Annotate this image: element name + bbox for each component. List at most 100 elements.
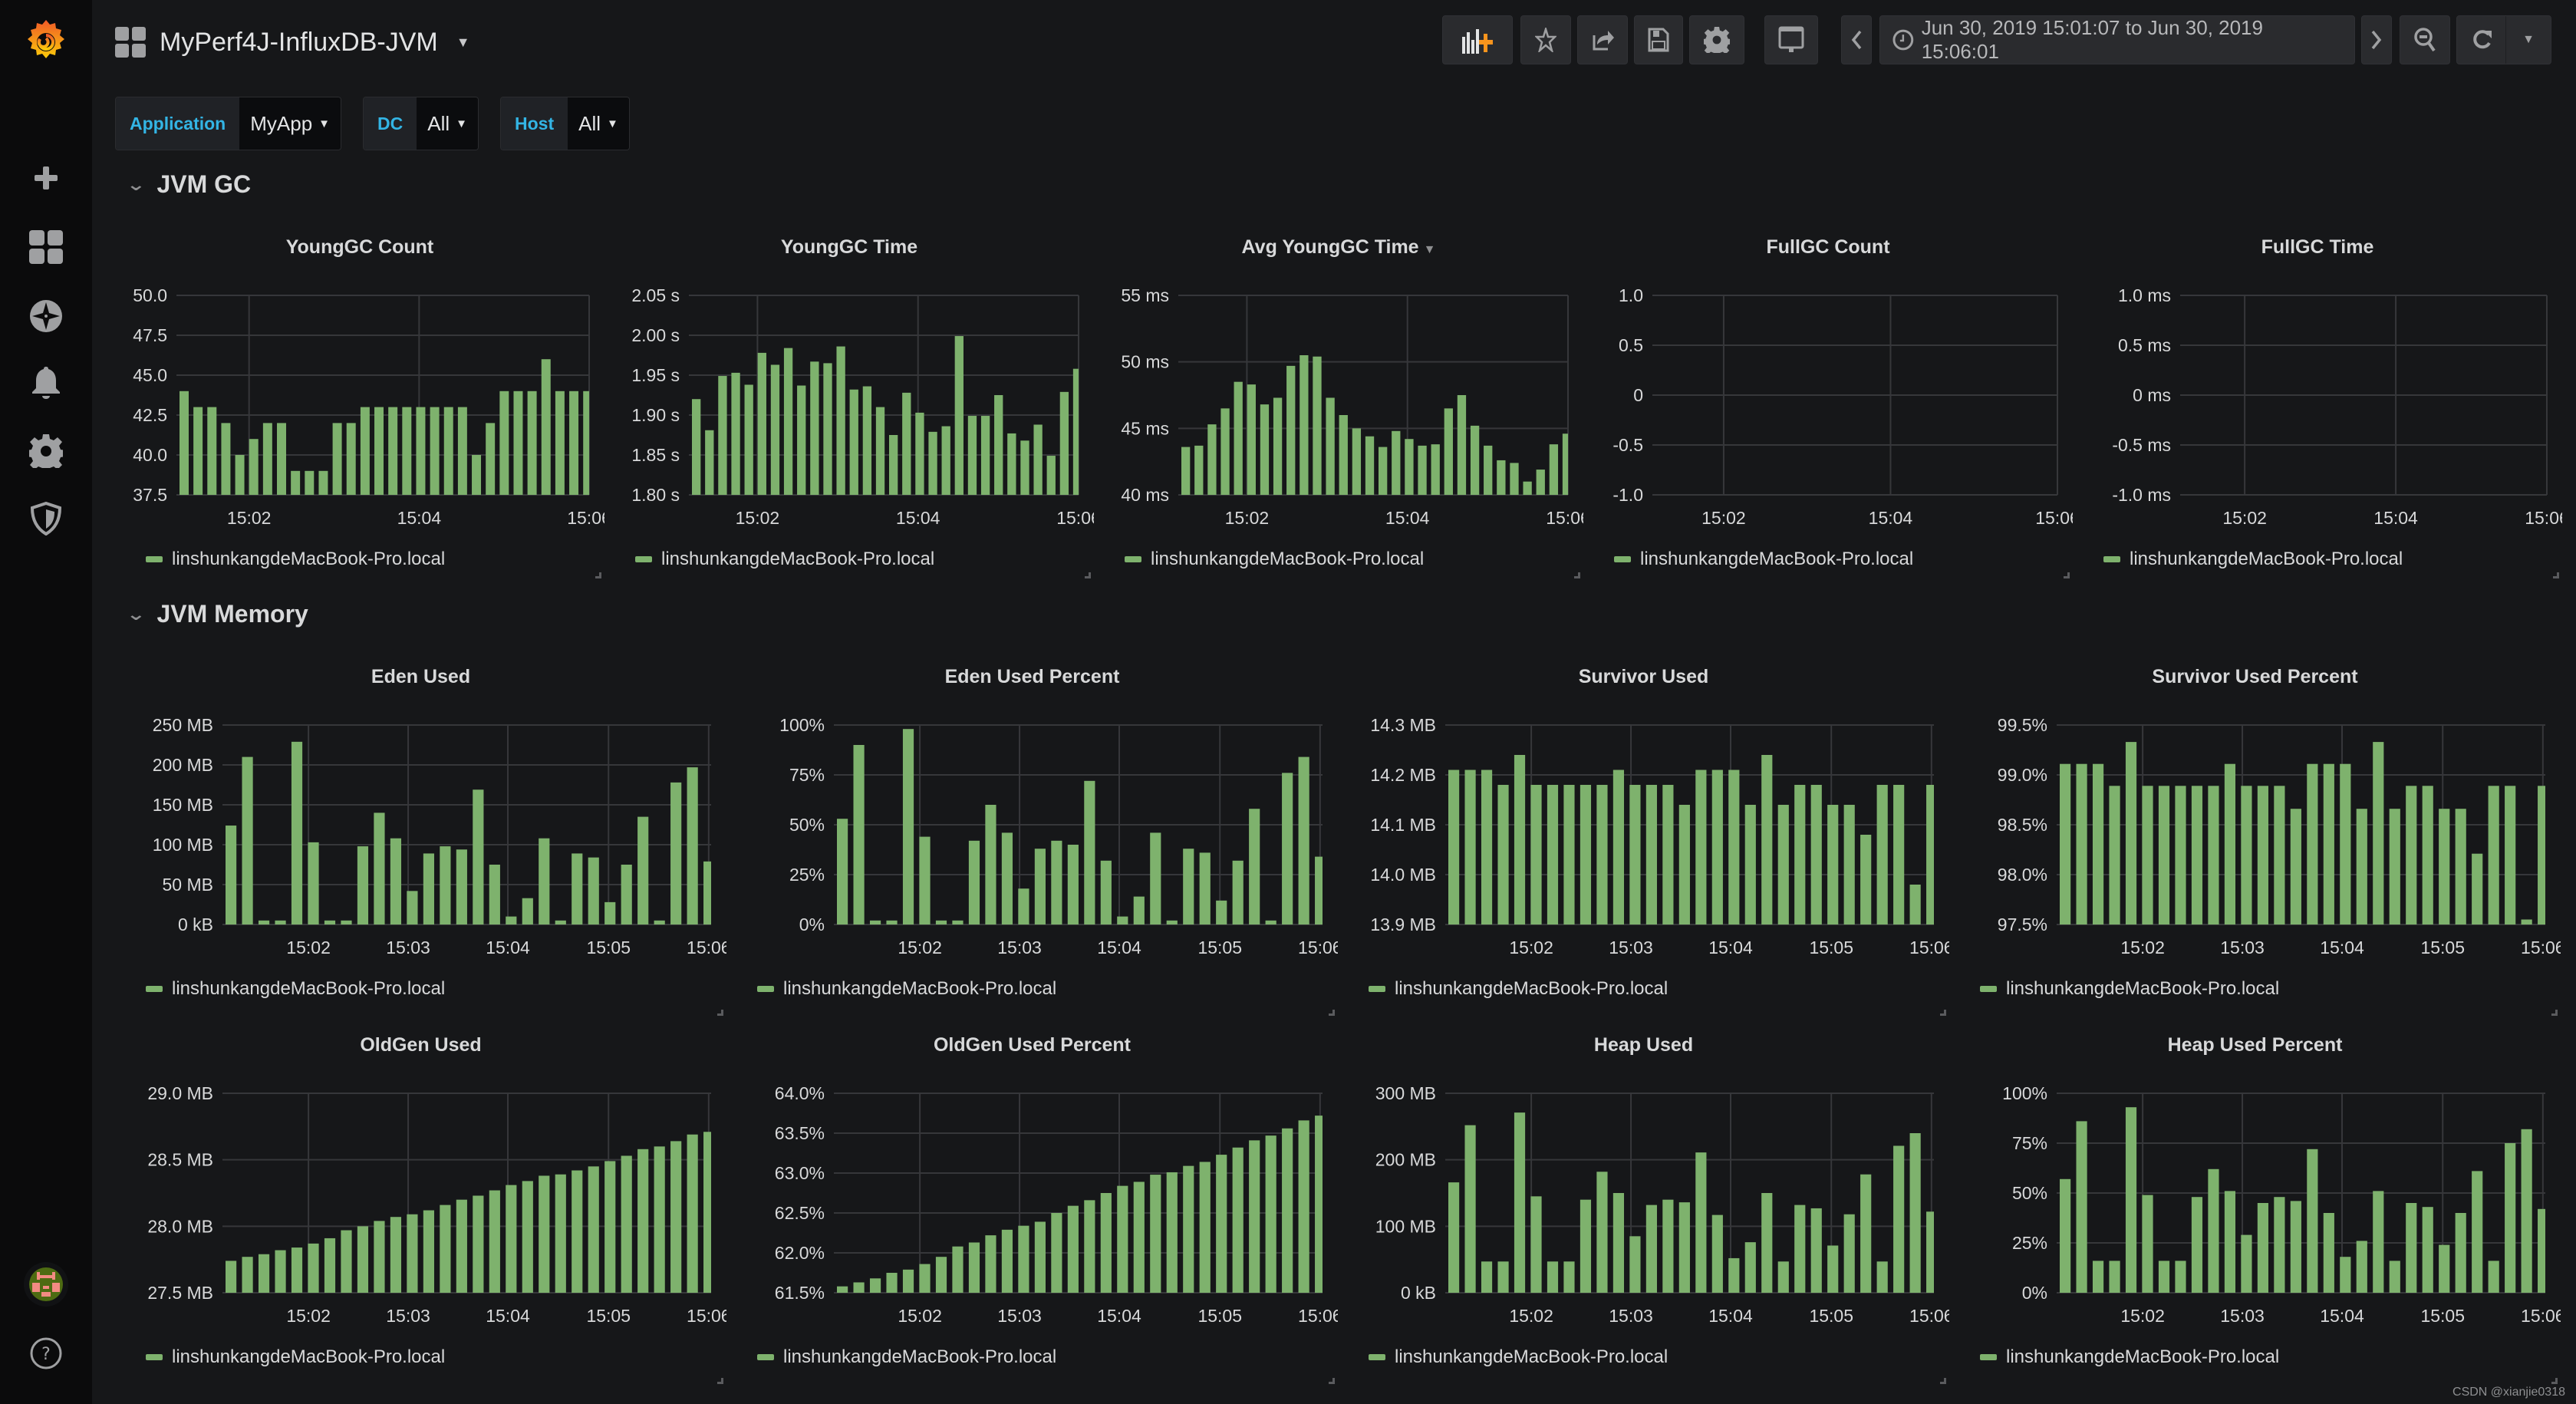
- bar[interactable]: [1339, 415, 1348, 495]
- bar[interactable]: [1365, 436, 1375, 495]
- bar[interactable]: [2142, 1195, 2153, 1293]
- dashboard-title-picker[interactable]: MyPerf4J-InfluxDB-JVM ▼: [115, 23, 470, 61]
- bar[interactable]: [2224, 1191, 2236, 1293]
- bar[interactable]: [2224, 763, 2236, 924]
- legend-item[interactable]: linshunkangdeMacBook-Pro.local: [1125, 549, 1424, 570]
- bar[interactable]: [1247, 384, 1256, 495]
- bar[interactable]: [1481, 770, 1493, 925]
- bar[interactable]: [1695, 770, 1707, 925]
- bar[interactable]: [1514, 755, 1526, 924]
- bar[interactable]: [1481, 1261, 1493, 1293]
- bar[interactable]: [1117, 916, 1128, 924]
- zoom-out-button[interactable]: [2400, 15, 2450, 64]
- bar[interactable]: [1497, 460, 1506, 495]
- bar[interactable]: [555, 920, 566, 924]
- bar[interactable]: [1563, 785, 1575, 924]
- bar[interactable]: [2439, 1244, 2450, 1293]
- bar[interactable]: [374, 407, 384, 495]
- bar[interactable]: [2373, 742, 2384, 924]
- bar[interactable]: [1286, 365, 1296, 495]
- bar[interactable]: [1405, 439, 1414, 495]
- panel-resize-handle[interactable]: [2551, 1010, 2558, 1016]
- bar[interactable]: [1007, 433, 1016, 495]
- bar[interactable]: [1876, 1261, 1888, 1293]
- bar[interactable]: [1133, 896, 1145, 924]
- bar[interactable]: [1313, 356, 1322, 495]
- bar[interactable]: [443, 407, 453, 495]
- bar[interactable]: [1072, 368, 1079, 495]
- legend-item[interactable]: linshunkangdeMacBook-Pro.local: [757, 978, 1056, 1000]
- bar[interactable]: [1497, 1261, 1509, 1293]
- bar[interactable]: [2439, 809, 2450, 924]
- bar[interactable]: [2060, 1178, 2071, 1293]
- bar[interactable]: [770, 364, 780, 495]
- bar[interactable]: [1315, 1116, 1323, 1293]
- bar[interactable]: [262, 423, 272, 495]
- bar[interactable]: [388, 407, 398, 495]
- bar[interactable]: [305, 470, 315, 495]
- bar[interactable]: [374, 1221, 385, 1293]
- bar[interactable]: [2406, 786, 2417, 924]
- panel-resize-handle[interactable]: [1940, 1010, 1946, 1016]
- dashboard-settings-button[interactable]: [1689, 15, 1744, 64]
- bar[interactable]: [1662, 785, 1674, 924]
- legend-item[interactable]: linshunkangdeMacBook-Pro.local: [146, 1346, 445, 1368]
- refresh-button[interactable]: [2457, 16, 2506, 64]
- bar[interactable]: [1810, 785, 1822, 924]
- bar[interactable]: [849, 389, 858, 495]
- bar[interactable]: [1629, 1236, 1641, 1293]
- panel-resize-handle[interactable]: [717, 1010, 723, 1016]
- bar[interactable]: [489, 1190, 500, 1293]
- save-dashboard-button[interactable]: [1634, 15, 1683, 64]
- bar[interactable]: [1457, 395, 1467, 495]
- bar[interactable]: [277, 423, 286, 495]
- share-dashboard-button[interactable]: [1577, 15, 1628, 64]
- bar[interactable]: [2472, 1171, 2483, 1293]
- bar[interactable]: [1549, 444, 1559, 495]
- bar[interactable]: [1563, 1261, 1575, 1293]
- bar[interactable]: [2389, 809, 2400, 924]
- bar[interactable]: [527, 391, 537, 495]
- bar[interactable]: [980, 416, 990, 495]
- bar[interactable]: [390, 838, 402, 924]
- bar[interactable]: [915, 412, 924, 495]
- bar[interactable]: [919, 836, 931, 924]
- panel-resize-handle[interactable]: [595, 572, 601, 578]
- bar[interactable]: [1216, 900, 1227, 924]
- bar[interactable]: [1020, 440, 1029, 495]
- bar[interactable]: [1260, 404, 1270, 495]
- bar[interactable]: [731, 372, 740, 495]
- panel-resize-handle[interactable]: [717, 1378, 723, 1384]
- bar[interactable]: [1033, 424, 1043, 495]
- bar[interactable]: [1645, 1205, 1657, 1293]
- bar[interactable]: [1711, 770, 1723, 925]
- bar[interactable]: [473, 1195, 484, 1293]
- bar[interactable]: [539, 838, 550, 924]
- bar[interactable]: [193, 407, 203, 495]
- legend-item[interactable]: linshunkangdeMacBook-Pro.local: [146, 549, 445, 570]
- time-forward-button[interactable]: [2361, 15, 2392, 64]
- bar[interactable]: [1893, 785, 1905, 924]
- bar[interactable]: [1298, 1120, 1309, 1293]
- bar[interactable]: [1464, 1125, 1476, 1293]
- variable-host-dropdown[interactable]: All ▼: [568, 97, 629, 150]
- bar[interactable]: [1315, 856, 1323, 924]
- bar[interactable]: [2538, 786, 2545, 924]
- bar[interactable]: [423, 853, 434, 924]
- bar[interactable]: [522, 898, 533, 924]
- bar[interactable]: [2521, 1129, 2532, 1293]
- bar[interactable]: [797, 385, 806, 495]
- bar[interactable]: [1183, 1165, 1194, 1293]
- bar[interactable]: [2505, 786, 2516, 924]
- bar[interactable]: [258, 920, 270, 924]
- bar[interactable]: [235, 455, 245, 495]
- bar[interactable]: [1510, 463, 1519, 495]
- bar[interactable]: [1216, 1155, 1227, 1293]
- bar[interactable]: [2422, 786, 2433, 924]
- bar[interactable]: [1580, 785, 1592, 924]
- bar[interactable]: [2307, 1149, 2318, 1293]
- bar[interactable]: [604, 901, 616, 924]
- bar[interactable]: [2191, 1197, 2203, 1293]
- bar[interactable]: [837, 819, 848, 924]
- bar[interactable]: [2191, 786, 2203, 924]
